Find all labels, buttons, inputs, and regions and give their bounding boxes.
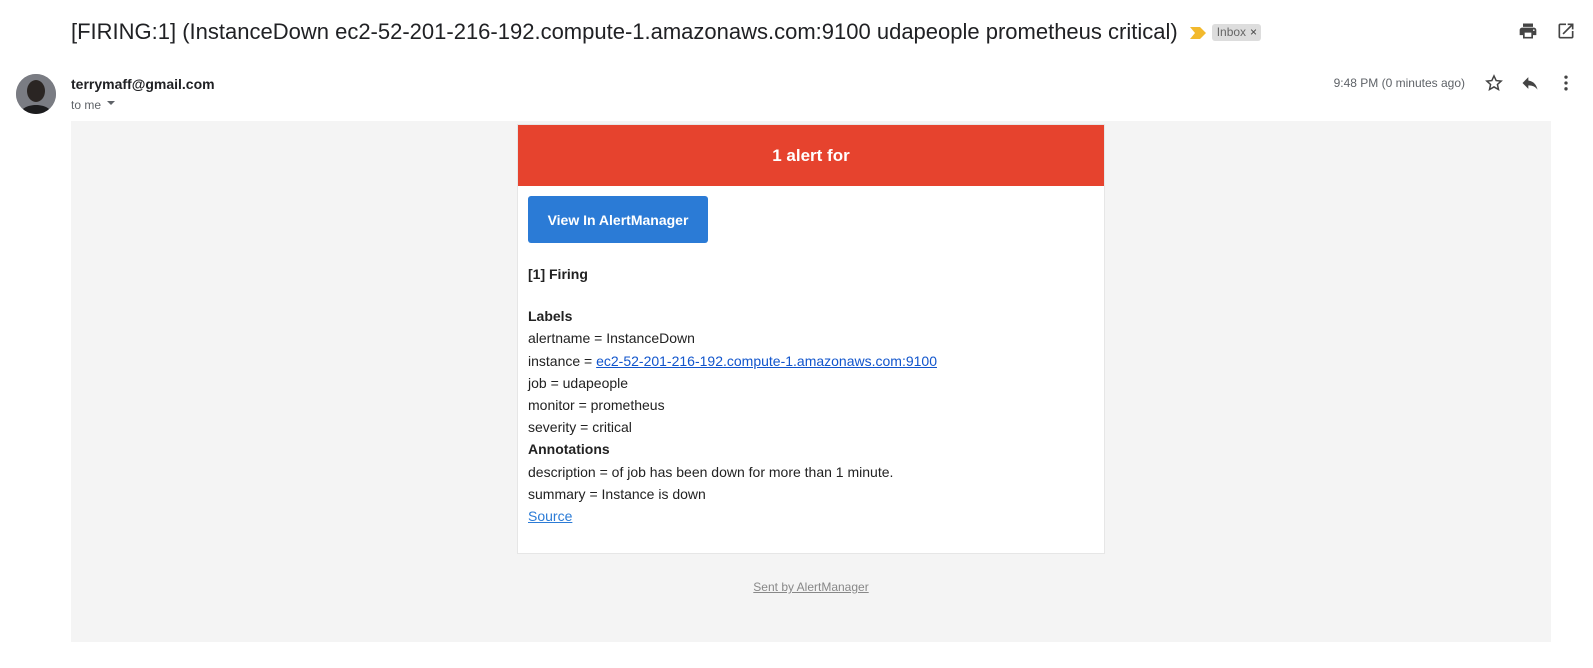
more-vertical-icon[interactable] — [1555, 72, 1577, 94]
email-body: 1 alert for View In AlertManager [1] Fir… — [71, 121, 1551, 642]
importance-marker-icon[interactable] — [1189, 26, 1206, 39]
alert-header-title: 1 alert for — [772, 145, 850, 165]
message-timestamp: 9:48 PM (0 minutes ago) — [1333, 76, 1465, 90]
recipient-summary[interactable]: to me — [71, 97, 117, 112]
firing-heading: [1] Firing — [528, 266, 588, 282]
annotation-description: description = of job has been down for m… — [528, 463, 894, 480]
source-link[interactable]: Source — [528, 508, 572, 524]
chevron-down-icon[interactable] — [105, 97, 117, 112]
instance-link[interactable]: ec2-52-201-216-192.compute-1.amazonaws.c… — [596, 353, 937, 369]
label-instance-prefix: instance = — [528, 352, 597, 369]
remove-label-icon[interactable]: × — [1250, 26, 1257, 38]
print-icon[interactable] — [1517, 20, 1539, 42]
top-actions — [1517, 20, 1577, 42]
open-in-new-window-icon[interactable] — [1555, 20, 1577, 42]
star-icon[interactable] — [1483, 72, 1505, 94]
email-footer: Sent by AlertManager — [71, 580, 1551, 594]
inbox-label-text: Inbox — [1216, 24, 1247, 39]
sender-email[interactable]: terrymaff@gmail.com — [71, 76, 215, 92]
label-severity: severity = critical — [528, 419, 632, 436]
labels-heading: Labels — [528, 308, 573, 325]
annotations-heading: Annotations — [528, 441, 610, 458]
alert-header: 1 alert for — [518, 125, 1104, 186]
alert-details: [1] Firing Labels alertname = InstanceDo… — [528, 263, 937, 527]
alert-card: 1 alert for View In AlertManager [1] Fir… — [517, 124, 1105, 554]
annotation-summary: summary = Instance is down — [528, 485, 706, 502]
inbox-label-chip[interactable]: Inbox × — [1211, 23, 1262, 41]
recipient-label: to me — [71, 97, 102, 112]
sender-avatar[interactable] — [16, 74, 56, 114]
message-actions: 9:48 PM (0 minutes ago) — [1334, 72, 1577, 94]
label-job: job = udapeople — [528, 374, 629, 391]
subject-row: [FIRING:1] (InstanceDown ec2-52-201-216-… — [71, 14, 1593, 50]
reply-icon[interactable] — [1519, 72, 1541, 94]
label-instance: instance = ec2-52-201-216-192.compute-1.… — [528, 350, 937, 372]
label-alertname: alertname = InstanceDown — [528, 330, 695, 347]
sent-by-alertmanager-link[interactable]: Sent by AlertManager — [753, 580, 868, 594]
view-in-alertmanager-button[interactable]: View In AlertManager — [528, 196, 708, 243]
label-monitor: monitor = prometheus — [528, 397, 665, 414]
email-subject: [FIRING:1] (InstanceDown ec2-52-201-216-… — [71, 19, 1178, 44]
